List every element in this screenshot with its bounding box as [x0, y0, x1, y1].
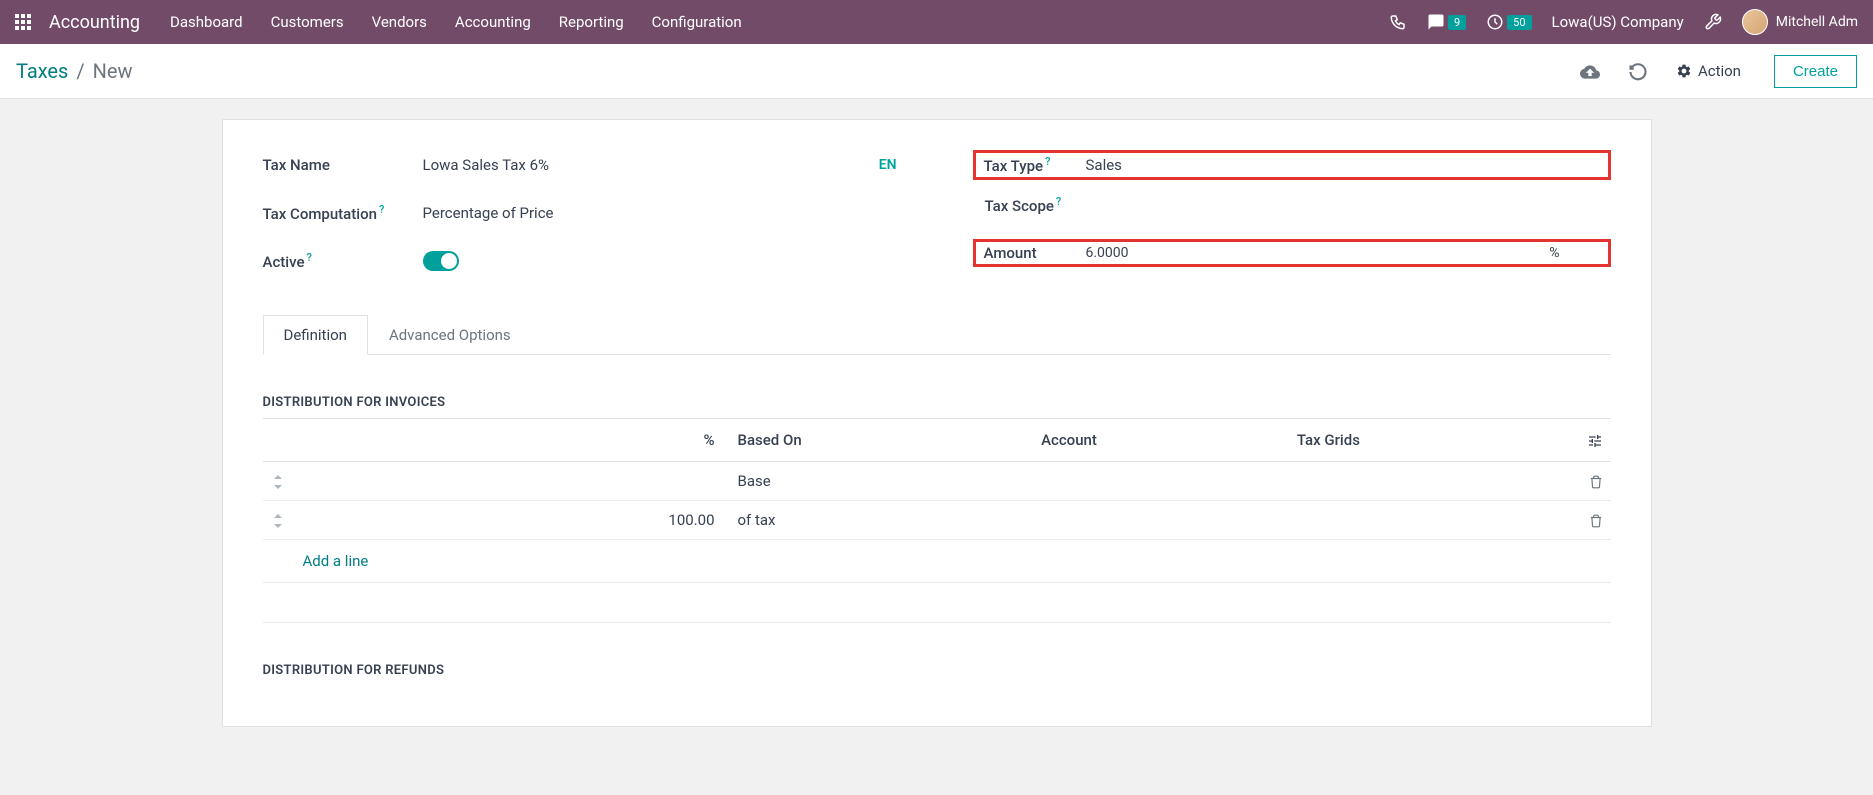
apps-menu-icon[interactable] — [15, 14, 31, 30]
drag-handle-icon[interactable] — [263, 462, 293, 501]
user-menu[interactable]: Mitchell Adm — [1742, 9, 1858, 35]
messages-icon[interactable]: 9 — [1427, 13, 1466, 31]
breadcrumb-separator: / — [76, 59, 84, 83]
field-tax-type: Tax Type? Sales — [977, 150, 1611, 180]
amount-unit: % — [1549, 245, 1559, 261]
tax-scope-label: Tax Scope? — [977, 195, 1087, 215]
col-tax-grids[interactable]: Tax Grids — [1289, 419, 1571, 462]
menu-customers[interactable]: Customers — [271, 13, 344, 31]
highlight-amount: Amount 6.0000 % — [973, 239, 1611, 267]
tax-computation-value[interactable]: Percentage of Price — [423, 204, 897, 222]
help-icon[interactable]: ? — [1045, 155, 1050, 168]
main-content: Tax Name Lowa Sales Tax 6% EN Tax Comput… — [0, 99, 1873, 727]
table-row[interactable]: Base — [263, 462, 1611, 501]
language-badge[interactable]: EN — [879, 157, 897, 173]
col-account[interactable]: Account — [1033, 419, 1289, 462]
help-icon[interactable]: ? — [1056, 195, 1061, 208]
help-icon[interactable]: ? — [379, 203, 384, 216]
tax-type-label: Tax Type? — [976, 155, 1086, 175]
table-row[interactable]: 100.00 of tax — [263, 501, 1611, 540]
col-based-on[interactable]: Based On — [723, 419, 1034, 462]
menu-reporting[interactable]: Reporting — [559, 13, 624, 31]
sliders-icon — [1587, 433, 1603, 449]
gear-icon — [1676, 63, 1692, 79]
form-top-row: Tax Name Lowa Sales Tax 6% EN Tax Comput… — [263, 150, 1611, 294]
cell-account[interactable] — [1033, 501, 1289, 540]
col-handle — [263, 419, 293, 462]
col-settings[interactable] — [1571, 419, 1611, 462]
app-name[interactable]: Accounting — [49, 12, 140, 33]
field-tax-name: Tax Name Lowa Sales Tax 6% EN — [263, 150, 897, 180]
delete-row-icon[interactable] — [1571, 462, 1611, 501]
control-bar: Taxes / New Action Create — [0, 44, 1873, 99]
company-selector[interactable]: Lowa(US) Company — [1552, 13, 1684, 31]
field-active: Active? — [263, 246, 897, 276]
breadcrumb: Taxes / New — [16, 59, 132, 83]
top-navbar: Accounting Dashboard Customers Vendors A… — [0, 0, 1873, 44]
activities-badge: 50 — [1507, 15, 1531, 30]
distribution-invoices-table: % Based On Account Tax Grids Base — [263, 419, 1611, 623]
debug-icon[interactable] — [1704, 13, 1722, 31]
tax-computation-label: Tax Computation? — [263, 203, 423, 223]
menu-accounting[interactable]: Accounting — [455, 13, 531, 31]
tax-name-value[interactable]: Lowa Sales Tax 6% — [423, 156, 864, 174]
cell-based-on[interactable]: Base — [723, 462, 1034, 501]
tabs: Definition Advanced Options — [263, 314, 1611, 355]
tab-definition[interactable]: Definition — [263, 315, 368, 355]
cloud-upload-icon[interactable] — [1580, 60, 1600, 81]
action-button[interactable]: Action — [1676, 62, 1741, 80]
blank-row — [263, 583, 1611, 623]
field-tax-computation: Tax Computation? Percentage of Price — [263, 198, 897, 228]
menu-vendors[interactable]: Vendors — [372, 13, 427, 31]
nav-right: 9 50 Lowa(US) Company Mitchell Adm — [1389, 9, 1858, 35]
avatar — [1742, 9, 1768, 35]
amount-label: Amount — [976, 244, 1086, 262]
col-percent[interactable]: % — [293, 419, 723, 462]
undo-icon[interactable] — [1628, 60, 1648, 81]
active-label: Active? — [263, 251, 423, 271]
cell-account[interactable] — [1033, 462, 1289, 501]
menu-configuration[interactable]: Configuration — [652, 13, 742, 31]
cell-tax-grids[interactable] — [1289, 501, 1571, 540]
field-tax-scope: Tax Scope? — [977, 190, 1611, 220]
field-amount: Amount 6.0000 % — [977, 238, 1611, 268]
cell-percent[interactable]: 100.00 — [293, 501, 723, 540]
control-bar-right: Action Create — [1580, 55, 1857, 88]
form-col-left: Tax Name Lowa Sales Tax 6% EN Tax Comput… — [263, 150, 897, 294]
breadcrumb-root[interactable]: Taxes — [16, 59, 68, 83]
cell-percent[interactable] — [293, 462, 723, 501]
phone-icon[interactable] — [1389, 13, 1407, 31]
add-line-row: Add a line — [263, 540, 1611, 583]
tab-advanced-options[interactable]: Advanced Options — [368, 315, 532, 355]
add-line-button[interactable]: Add a line — [263, 540, 377, 582]
username: Mitchell Adm — [1776, 14, 1858, 30]
form-sheet: Tax Name Lowa Sales Tax 6% EN Tax Comput… — [222, 119, 1652, 727]
tax-type-value[interactable]: Sales — [1086, 156, 1600, 174]
main-menu: Dashboard Customers Vendors Accounting R… — [170, 13, 742, 31]
menu-dashboard[interactable]: Dashboard — [170, 13, 243, 31]
breadcrumb-current: New — [93, 59, 133, 83]
drag-handle-icon[interactable] — [263, 501, 293, 540]
messages-badge: 9 — [1448, 15, 1466, 30]
amount-value[interactable]: 6.0000 — [1086, 245, 1550, 261]
cell-based-on[interactable]: of tax — [723, 501, 1034, 540]
help-icon[interactable]: ? — [306, 251, 311, 264]
highlight-tax-type: Tax Type? Sales — [973, 150, 1611, 180]
activities-icon[interactable]: 50 — [1486, 13, 1531, 31]
form-col-right: Tax Type? Sales Tax Scope? Amount 6.0000… — [977, 150, 1611, 294]
tax-name-label: Tax Name — [263, 156, 423, 174]
section-invoices-title: DISTRIBUTION FOR INVOICES — [263, 395, 1611, 410]
cell-tax-grids[interactable] — [1289, 462, 1571, 501]
active-toggle[interactable] — [423, 251, 459, 271]
create-button[interactable]: Create — [1774, 55, 1857, 88]
action-label: Action — [1698, 62, 1741, 80]
delete-row-icon[interactable] — [1571, 501, 1611, 540]
section-refunds-title: DISTRIBUTION FOR REFUNDS — [263, 663, 1611, 678]
